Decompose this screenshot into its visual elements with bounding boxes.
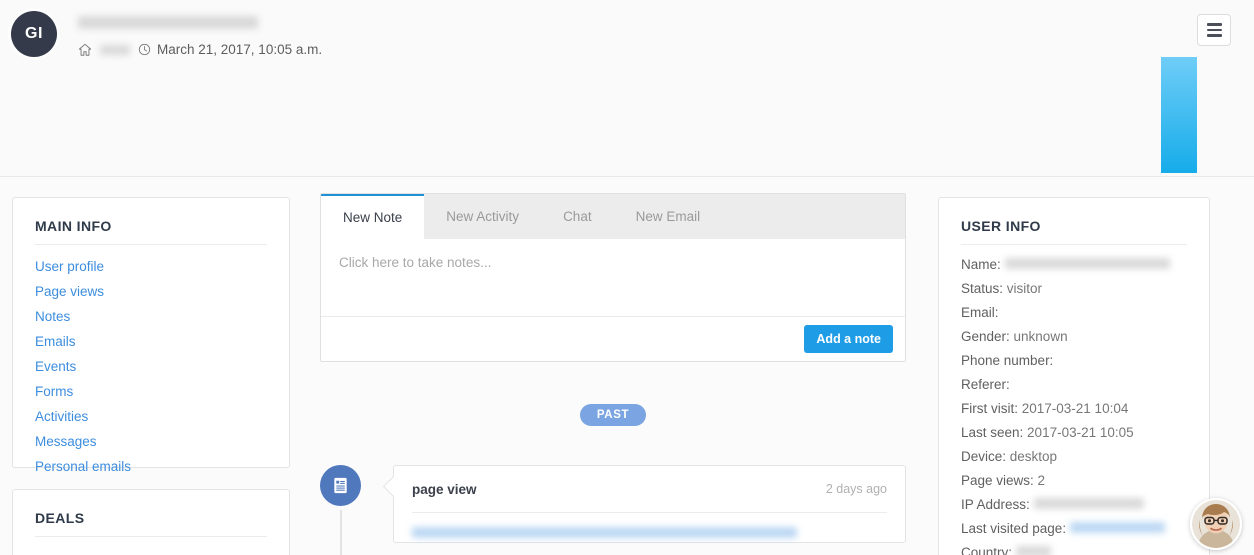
timeline-divider: PAST — [320, 404, 906, 426]
user-info-row-referer: Referer: — [961, 377, 1187, 392]
add-note-button[interactable]: Add a note — [804, 325, 893, 353]
user-info-value-redacted[interactable] — [1069, 522, 1165, 533]
user-info-row-last-seen: Last seen: 2017-03-21 10:05 — [961, 425, 1187, 440]
deals-card: DEALS — [12, 489, 290, 555]
note-textarea[interactable]: Click here to take notes... — [321, 239, 905, 316]
divider — [35, 536, 267, 537]
user-info-row-ip-address: IP Address: — [961, 497, 1187, 512]
header-timestamp: March 21, 2017, 10:05 a.m. — [157, 42, 323, 57]
left-sidebar: MAIN INFO User profile Page views Notes Ema… — [12, 197, 290, 555]
user-info-label: Last visited page: — [961, 521, 1070, 536]
page-title-area — [78, 14, 258, 32]
tab-chat[interactable]: Chat — [541, 194, 614, 239]
user-info-label: Referer: — [961, 377, 1010, 392]
menu-bar-2 — [1206, 28, 1222, 32]
main-info-link-events[interactable]: Events — [35, 359, 267, 374]
main-info-link-messages[interactable]: Messages — [35, 434, 267, 449]
support-agent-avatar[interactable] — [1190, 498, 1242, 550]
user-info-label: First visit: — [961, 401, 1022, 416]
deals-title: DEALS — [35, 510, 85, 526]
page-title-redacted — [78, 16, 258, 30]
document-list-icon[interactable] — [320, 465, 361, 506]
user-info-label: Phone number: — [961, 353, 1054, 368]
user-info-label: Last seen: — [961, 425, 1028, 440]
user-info-row-country: Country: — [961, 545, 1187, 555]
breadcrumb: March 21, 2017, 10:05 a.m. — [78, 42, 322, 57]
app-page: GI March 21, 2017, 10:05 a.m. MAIN INFO … — [0, 0, 1254, 555]
tab-new-email[interactable]: New Email — [614, 194, 723, 239]
user-info-value-redacted — [1015, 546, 1051, 555]
menu-bar-3 — [1206, 34, 1222, 37]
user-info-label: IP Address: — [961, 497, 1034, 512]
page-header: GI March 21, 2017, 10:05 a.m. — [0, 0, 1254, 177]
main-info-link-forms[interactable]: Forms — [35, 384, 267, 399]
timeline-entry-time: 2 days ago — [825, 482, 887, 496]
user-info-value: 2 — [1037, 473, 1046, 488]
user-info-label: Page views: — [961, 473, 1038, 488]
user-info-label: Email: — [961, 305, 999, 320]
user-info-label: Gender: — [961, 329, 1014, 344]
user-info-rows: Name: Status: visitor Email: Gender: unkn… — [939, 245, 1209, 555]
user-info-value: desktop — [1009, 449, 1058, 464]
composer-tabs: New Note New Activity Chat New Email — [321, 194, 905, 239]
timeline-entry-header: page view 2 days ago — [412, 466, 887, 512]
timeline: page view 2 days ago — [320, 465, 906, 555]
user-info-card: USER INFO Name: Status: visitor Email: Ge… — [938, 197, 1210, 555]
composer-footer: Add a note — [321, 316, 905, 361]
chart-bar-2017-03-21[interactable] — [1161, 57, 1197, 173]
timeline-entry-url[interactable] — [412, 513, 887, 542]
user-info-label: Name: — [961, 257, 1005, 272]
user-info-value: unknown — [1013, 329, 1068, 344]
user-info-title: USER INFO — [961, 218, 1041, 234]
main-info-link-notes[interactable]: Notes — [35, 309, 267, 324]
avatar-initials: GI — [25, 25, 43, 42]
menu-bar-1 — [1206, 23, 1222, 26]
user-info-row-device: Device: desktop — [961, 449, 1187, 464]
past-badge: PAST — [579, 404, 647, 426]
user-info-label: Country: — [961, 545, 1016, 555]
main-info-link-page-views[interactable]: Page views — [35, 284, 267, 299]
right-sidebar: USER INFO Name: Status: visitor Email: Ge… — [938, 197, 1210, 555]
user-info-value-redacted — [1004, 258, 1170, 269]
note-placeholder: Click here to take notes... — [339, 255, 492, 270]
user-info-value: 2017-03-21 10:04 — [1021, 401, 1129, 416]
main-info-link-emails[interactable]: Emails — [35, 334, 267, 349]
timeline-entry-url-redacted — [412, 527, 797, 539]
user-info-value: visitor — [1006, 281, 1043, 296]
breadcrumb-item-redacted — [100, 44, 130, 55]
user-info-value-redacted — [1033, 498, 1144, 509]
avatar: GI — [11, 11, 57, 57]
home-icon[interactable] — [78, 43, 92, 57]
clock-icon — [138, 43, 151, 56]
user-info-value: 2017-03-21 10:05 — [1027, 425, 1134, 440]
timeline-entry-card: page view 2 days ago — [393, 465, 906, 543]
page-views-chart — [0, 57, 1254, 173]
user-info-row-gender: Gender: unknown — [961, 329, 1187, 344]
main-info-link-user-profile[interactable]: User profile — [35, 259, 267, 274]
user-info-row-last-visited-page: Last visited page: — [961, 521, 1187, 536]
composer-card: New Note New Activity Chat New Email Click … — [320, 193, 906, 362]
user-info-row-phone-number: Phone number: — [961, 353, 1187, 368]
user-info-row-page-views: Page views: 2 — [961, 473, 1187, 488]
tab-new-note[interactable]: New Note — [321, 194, 425, 239]
hamburger-menu-icon[interactable] — [1197, 14, 1231, 46]
main-content: MAIN INFO User profile Page views Notes Ema… — [0, 177, 1254, 555]
user-info-row-name: Name: — [961, 257, 1187, 272]
user-info-row-first-visit: First visit: 2017-03-21 10:04 — [961, 401, 1187, 416]
center-column: New Note New Activity Chat New Email Click … — [320, 193, 906, 555]
main-info-card: MAIN INFO User profile Page views Notes Ema… — [12, 197, 290, 474]
user-info-row-status: Status: visitor — [961, 281, 1187, 296]
user-info-row-email: Email: — [961, 305, 1187, 320]
user-info-label: Status: — [961, 281, 1007, 296]
main-info-link-activities[interactable]: Activities — [35, 409, 267, 424]
main-info-link-list: User profile Page views Notes Emails Events F… — [13, 245, 289, 474]
main-info-link-personal-emails[interactable]: Personal emails — [35, 459, 267, 474]
timeline-entry-type: page view — [412, 481, 477, 497]
main-info-title: MAIN INFO — [35, 218, 112, 234]
user-info-label: Device: — [961, 449, 1010, 464]
tab-new-activity[interactable]: New Activity — [424, 194, 541, 239]
